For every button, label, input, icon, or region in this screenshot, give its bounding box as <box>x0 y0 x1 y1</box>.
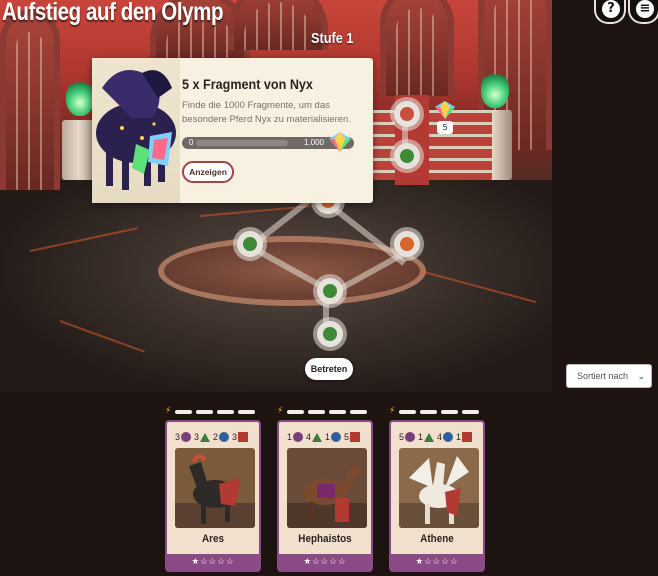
rainbow-gem-icon <box>329 132 351 152</box>
energy-bar: ⚡ <box>277 404 373 418</box>
list-icon: ≡ <box>636 0 654 18</box>
stat-value: 4 <box>437 432 443 442</box>
energy-segment <box>196 410 213 414</box>
progress-min: 0 <box>189 138 194 147</box>
sort-dropdown[interactable]: Sortiert nach ⌄ <box>566 364 652 388</box>
horse-card-ares[interactable]: ⚡ 3 3 2 3 Ares ★☆☆☆☆ <box>165 404 261 572</box>
fragment-progress-bar: 0 1.000 <box>182 132 354 152</box>
energy-bar: ⚡ <box>165 404 261 418</box>
help-button[interactable]: ? <box>594 0 626 24</box>
progress-track <box>196 140 288 146</box>
green-flame-right <box>481 70 509 108</box>
horse-card-hephaistos[interactable]: ⚡ 1 4 1 5 Hephaistos ★☆☆☆☆ <box>277 404 373 572</box>
stat-value: 5 <box>399 432 405 442</box>
nyx-horse-image <box>92 58 180 203</box>
lightning-icon: ⚡ <box>165 406 172 416</box>
game-screen: 5 Aufstieg auf den Olymp Stufe 1 Betrete… <box>0 0 658 576</box>
stat-value: 5 <box>344 432 350 442</box>
stat-value: 2 <box>213 432 219 442</box>
energy-segment <box>420 410 437 414</box>
star-rating: ★☆☆☆☆ <box>391 554 483 570</box>
energy-segment <box>462 410 479 414</box>
stat-value: 4 <box>306 432 312 442</box>
circle-icon <box>443 432 454 442</box>
page-title: Aufstieg auf den Olymp <box>2 0 224 26</box>
energy-segment <box>441 410 458 414</box>
stat-value: 1 <box>418 432 424 442</box>
triangle-icon <box>312 432 323 442</box>
energy-segment <box>287 410 304 414</box>
speed-icon <box>293 432 304 442</box>
stat-value: 3 <box>194 432 200 442</box>
arch-far-left <box>0 10 60 190</box>
green-flame-left <box>66 78 94 116</box>
horse-image-athene <box>399 448 479 528</box>
energy-segment <box>217 410 234 414</box>
rainbow-gem-icon <box>435 101 455 119</box>
horse-card-body: 5 1 4 1 Athene ★☆☆☆☆ <box>389 420 485 572</box>
olymp-map-scene: 5 Aufstieg auf den Olymp Stufe 1 Betrete… <box>0 0 552 392</box>
star-rating: ★☆☆☆☆ <box>167 554 259 570</box>
horse-image-ares <box>175 448 255 528</box>
horse-stats: 3 3 2 3 <box>175 430 250 444</box>
map-node[interactable] <box>394 101 420 127</box>
map-node[interactable] <box>317 278 343 304</box>
circle-icon <box>331 432 342 442</box>
horse-name: Hephaistos <box>298 533 352 545</box>
list-button[interactable]: ≡ <box>628 0 658 24</box>
horse-card-athene[interactable]: ⚡ 5 1 4 1 Athene ★☆☆☆☆ <box>389 404 485 572</box>
energy-segment <box>238 410 255 414</box>
map-node[interactable] <box>237 231 263 257</box>
triangle-icon <box>200 432 211 442</box>
show-button[interactable]: Anzeigen <box>182 161 234 183</box>
stat-value: 3 <box>175 432 181 442</box>
energy-segment <box>175 410 192 414</box>
sort-label: Sortiert nach <box>577 371 629 381</box>
progress-max: 1.000 <box>303 138 324 147</box>
map-node[interactable] <box>394 143 420 169</box>
popup-description: Finde die 1000 Fragmente, um das besonde… <box>182 100 351 125</box>
horse-name: Athene <box>420 533 454 545</box>
energy-segment <box>308 410 325 414</box>
chevron-down-icon: ⌄ <box>637 371 645 381</box>
square-icon <box>350 432 361 442</box>
triangle-icon <box>424 432 435 442</box>
stat-value: 3 <box>232 432 238 442</box>
horse-stats: 1 4 1 5 <box>287 430 362 444</box>
square-icon <box>462 432 473 442</box>
popup-title: 5 x Fragment von Nyx <box>182 76 313 92</box>
map-node[interactable] <box>394 231 420 257</box>
arch-right <box>380 0 454 96</box>
stat-value: 1 <box>287 432 293 442</box>
stat-value: 1 <box>456 432 462 442</box>
stairs <box>372 110 492 180</box>
map-node-start[interactable] <box>317 321 343 347</box>
level-label: Stufe 1 <box>311 30 354 47</box>
horse-image-hephaistos <box>287 448 367 528</box>
lightning-icon: ⚡ <box>277 406 284 416</box>
circle-icon <box>219 432 230 442</box>
speed-icon <box>405 432 416 442</box>
energy-segment <box>329 410 346 414</box>
energy-segment <box>350 410 367 414</box>
energy-segment <box>399 410 416 414</box>
horse-card-body: 1 4 1 5 Hephaistos ★☆☆☆☆ <box>277 420 373 572</box>
gem-reward-count: 5 <box>437 121 453 134</box>
enter-button[interactable]: Betreten <box>305 358 353 380</box>
energy-bar: ⚡ <box>389 404 485 418</box>
lightning-icon: ⚡ <box>389 406 396 416</box>
horse-card-body: 3 3 2 3 Ares ★☆☆☆☆ <box>165 420 261 572</box>
stat-value: 1 <box>325 432 331 442</box>
horse-stats: 5 1 4 1 <box>399 430 474 444</box>
square-icon <box>238 432 249 442</box>
speed-icon <box>181 432 192 442</box>
horse-name: Ares <box>201 533 225 545</box>
question-icon: ? <box>602 0 620 18</box>
star-rating: ★☆☆☆☆ <box>279 554 371 570</box>
reward-popup: 5 x Fragment von Nyx Finde die 1000 Frag… <box>92 58 373 203</box>
